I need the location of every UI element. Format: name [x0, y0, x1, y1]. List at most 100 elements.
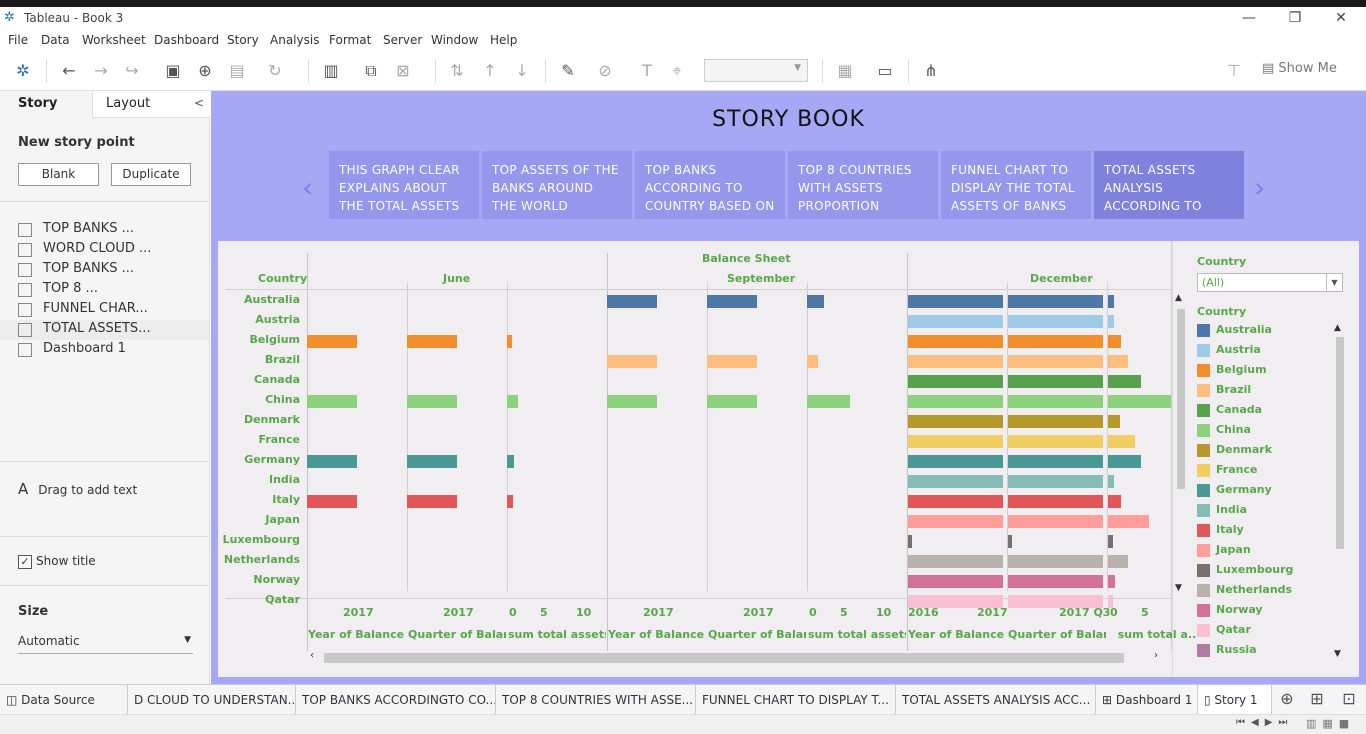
menu-dashboard[interactable]: Dashboard: [154, 33, 219, 47]
sheet-tab[interactable]: FUNNEL CHART TO DISPLAY T...: [696, 685, 896, 715]
bar-mark: [607, 355, 657, 368]
show-title-checkbox[interactable]: ✓ Show title: [18, 554, 96, 569]
new-dashboard-tab-icon[interactable]: ⊞: [1306, 689, 1328, 709]
minimize-button[interactable]: —: [1226, 7, 1272, 31]
scroll-thumb[interactable]: [1336, 337, 1344, 549]
undo-icon[interactable]: ←: [58, 61, 80, 81]
sheet-tab[interactable]: D CLOUD TO UNDERSTAN...: [128, 685, 296, 715]
story-tab[interactable]: ▯ Story 1: [1198, 685, 1272, 715]
sheet-item[interactable]: TOP BANKS ...: [0, 260, 209, 280]
bar-mark: [908, 395, 1003, 408]
menu-analysis[interactable]: Analysis: [270, 33, 319, 47]
presentation-icon[interactable]: ▭: [874, 61, 896, 81]
chevron-down-icon: ▼: [794, 63, 801, 73]
blank-button[interactable]: Blank: [18, 163, 99, 186]
show-me-button[interactable]: ▤ Show Me: [1262, 61, 1337, 76]
legend-scrollbar[interactable]: ▲ ▼: [1334, 323, 1346, 663]
story-point-5[interactable]: FUNNEL CHART TO DISPLAY THE TOTAL ASSETS…: [941, 151, 1091, 219]
legend-label: Denmark: [1216, 443, 1273, 456]
restore-button[interactable]: ❐: [1272, 7, 1318, 31]
group-icon[interactable]: ⊘: [594, 61, 616, 81]
size-dropdown[interactable]: ▼ Automatic: [18, 634, 193, 654]
tab-story[interactable]: Story: [0, 91, 92, 118]
new-worksheet-tab-icon[interactable]: ⊕: [1276, 689, 1298, 709]
axis-tick: 0: [509, 606, 517, 619]
story-point-4[interactable]: TOP 8 COUNTRIES WITH ASSETS PROPORTION: [788, 151, 938, 219]
scroll-up-icon[interactable]: ▲: [1334, 323, 1341, 333]
view-mode-icons[interactable]: ▥▦■: [1306, 717, 1355, 730]
menu-data[interactable]: Data: [41, 33, 70, 47]
refresh-icon[interactable]: ↻: [264, 61, 286, 81]
sheet-item[interactable]: FUNNEL CHAR...: [0, 300, 209, 320]
scroll-left-icon[interactable]: ‹: [310, 650, 314, 661]
redo-icon[interactable]: →: [90, 61, 112, 81]
pin-icon[interactable]: ⌖: [666, 61, 688, 81]
menu-worksheet[interactable]: Worksheet: [82, 33, 146, 47]
close-button[interactable]: ✕: [1318, 7, 1364, 31]
menu-window[interactable]: Window: [431, 33, 478, 47]
chart-body: Australia Austria Belgium Brazil Canada China…: [218, 241, 1196, 677]
axis-tick: 5: [840, 606, 848, 619]
new-worksheet-icon[interactable]: ▥: [320, 61, 342, 81]
header-divider: [226, 289, 1171, 290]
tab-navigation-icons[interactable]: ⏮◀▶⏭: [1236, 717, 1293, 728]
tab-layout[interactable]: Layout: [92, 91, 210, 118]
story-point-3[interactable]: TOP BANKS ACCORDING TO COUNTRY BASED ON: [635, 151, 785, 219]
menu-story[interactable]: Story: [227, 33, 259, 47]
sheet-item[interactable]: TOP BANKS ...: [0, 220, 209, 240]
save-icon[interactable]: ▣: [162, 61, 184, 81]
cards-icon[interactable]: ▦: [834, 61, 856, 81]
country-label: Qatar: [265, 593, 300, 606]
swap-icon[interactable]: ⇅: [446, 61, 468, 81]
next-story-point-icon[interactable]: ›: [1254, 171, 1265, 204]
menu-server[interactable]: Server: [383, 33, 422, 47]
sheet-tab[interactable]: TOP 8 COUNTRIES WITH ASSE...: [496, 685, 696, 715]
highlight-icon[interactable]: ✎: [557, 61, 579, 81]
sheet-item[interactable]: TOP 8 ...: [0, 280, 209, 300]
sheet-item[interactable]: TOTAL ASSETS...: [0, 320, 209, 340]
tab-data-source[interactable]: ◫ Data Source: [0, 685, 128, 715]
country-label: Germany: [244, 453, 300, 466]
status-bar: ⏮◀▶⏭ ▥▦■: [0, 714, 1366, 734]
fit-dropdown[interactable]: ▼: [704, 59, 808, 82]
sheet-item[interactable]: WORD CLOUD ...: [0, 240, 209, 260]
replay-icon[interactable]: ↪: [121, 61, 143, 81]
sort-ascending-icon[interactable]: ↑: [479, 61, 501, 81]
duplicate-button[interactable]: Duplicate: [111, 163, 191, 186]
pause-updates-icon[interactable]: ▤: [226, 61, 248, 81]
story-point-1[interactable]: THIS GRAPH CLEAR EXPLAINS ABOUT THE TOTA…: [329, 151, 479, 219]
duplicate-sheet-icon[interactable]: ⧉: [360, 61, 382, 81]
menu-help[interactable]: Help: [490, 33, 517, 47]
menu-file[interactable]: File: [8, 33, 28, 47]
new-story-tab-icon[interactable]: ⊡: [1338, 689, 1360, 709]
axis-label: Year of Balance S..: [608, 628, 706, 641]
sheet-icon: [18, 263, 32, 277]
horizontal-scrollbar[interactable]: ‹ ›: [308, 650, 1170, 664]
share-icon[interactable]: ⋔: [920, 61, 942, 81]
dashboard-tab[interactable]: ⊞ Dashboard 1: [1096, 685, 1198, 715]
format-painter-icon[interactable]: ⊤: [1223, 61, 1245, 81]
scroll-down-icon[interactable]: ▼: [1334, 649, 1341, 659]
bar-mark: [407, 495, 457, 508]
legend-panel: Country (All) ▼ Country Australia Austria B…: [1172, 241, 1359, 677]
labels-icon[interactable]: T: [636, 61, 658, 81]
story-point-6[interactable]: TOTAL ASSETS ANALYSIS ACCORDING TO QUART…: [1094, 151, 1244, 219]
bar-mark: [908, 555, 1003, 568]
sheet-tab[interactable]: TOP BANKS ACCORDINGTO CO...: [296, 685, 496, 715]
story-point-2[interactable]: TOP ASSETS OF THE BANKS AROUND THE WORLD: [482, 151, 632, 219]
menu-format[interactable]: Format: [329, 33, 371, 47]
scroll-thumb[interactable]: [324, 653, 1124, 663]
clear-sheet-icon[interactable]: ⊠: [392, 61, 414, 81]
bar-mark: [1008, 295, 1103, 308]
previous-story-point-icon[interactable]: ‹: [302, 171, 313, 204]
sort-descending-icon[interactable]: ↓: [511, 61, 533, 81]
dashboard-item[interactable]: Dashboard 1: [0, 340, 209, 360]
collapse-icon[interactable]: <: [194, 96, 204, 110]
tableau-start-icon[interactable]: ✲: [12, 61, 34, 81]
legend-swatch: [1197, 544, 1210, 557]
drag-to-add-text[interactable]: A Drag to add text: [18, 480, 137, 498]
new-datasource-icon[interactable]: ⊕: [194, 61, 216, 81]
scroll-right-icon[interactable]: ›: [1154, 650, 1158, 661]
sheet-tab[interactable]: TOTAL ASSETS ANALYSIS ACC...: [896, 685, 1096, 715]
legend-swatch: [1197, 424, 1210, 437]
